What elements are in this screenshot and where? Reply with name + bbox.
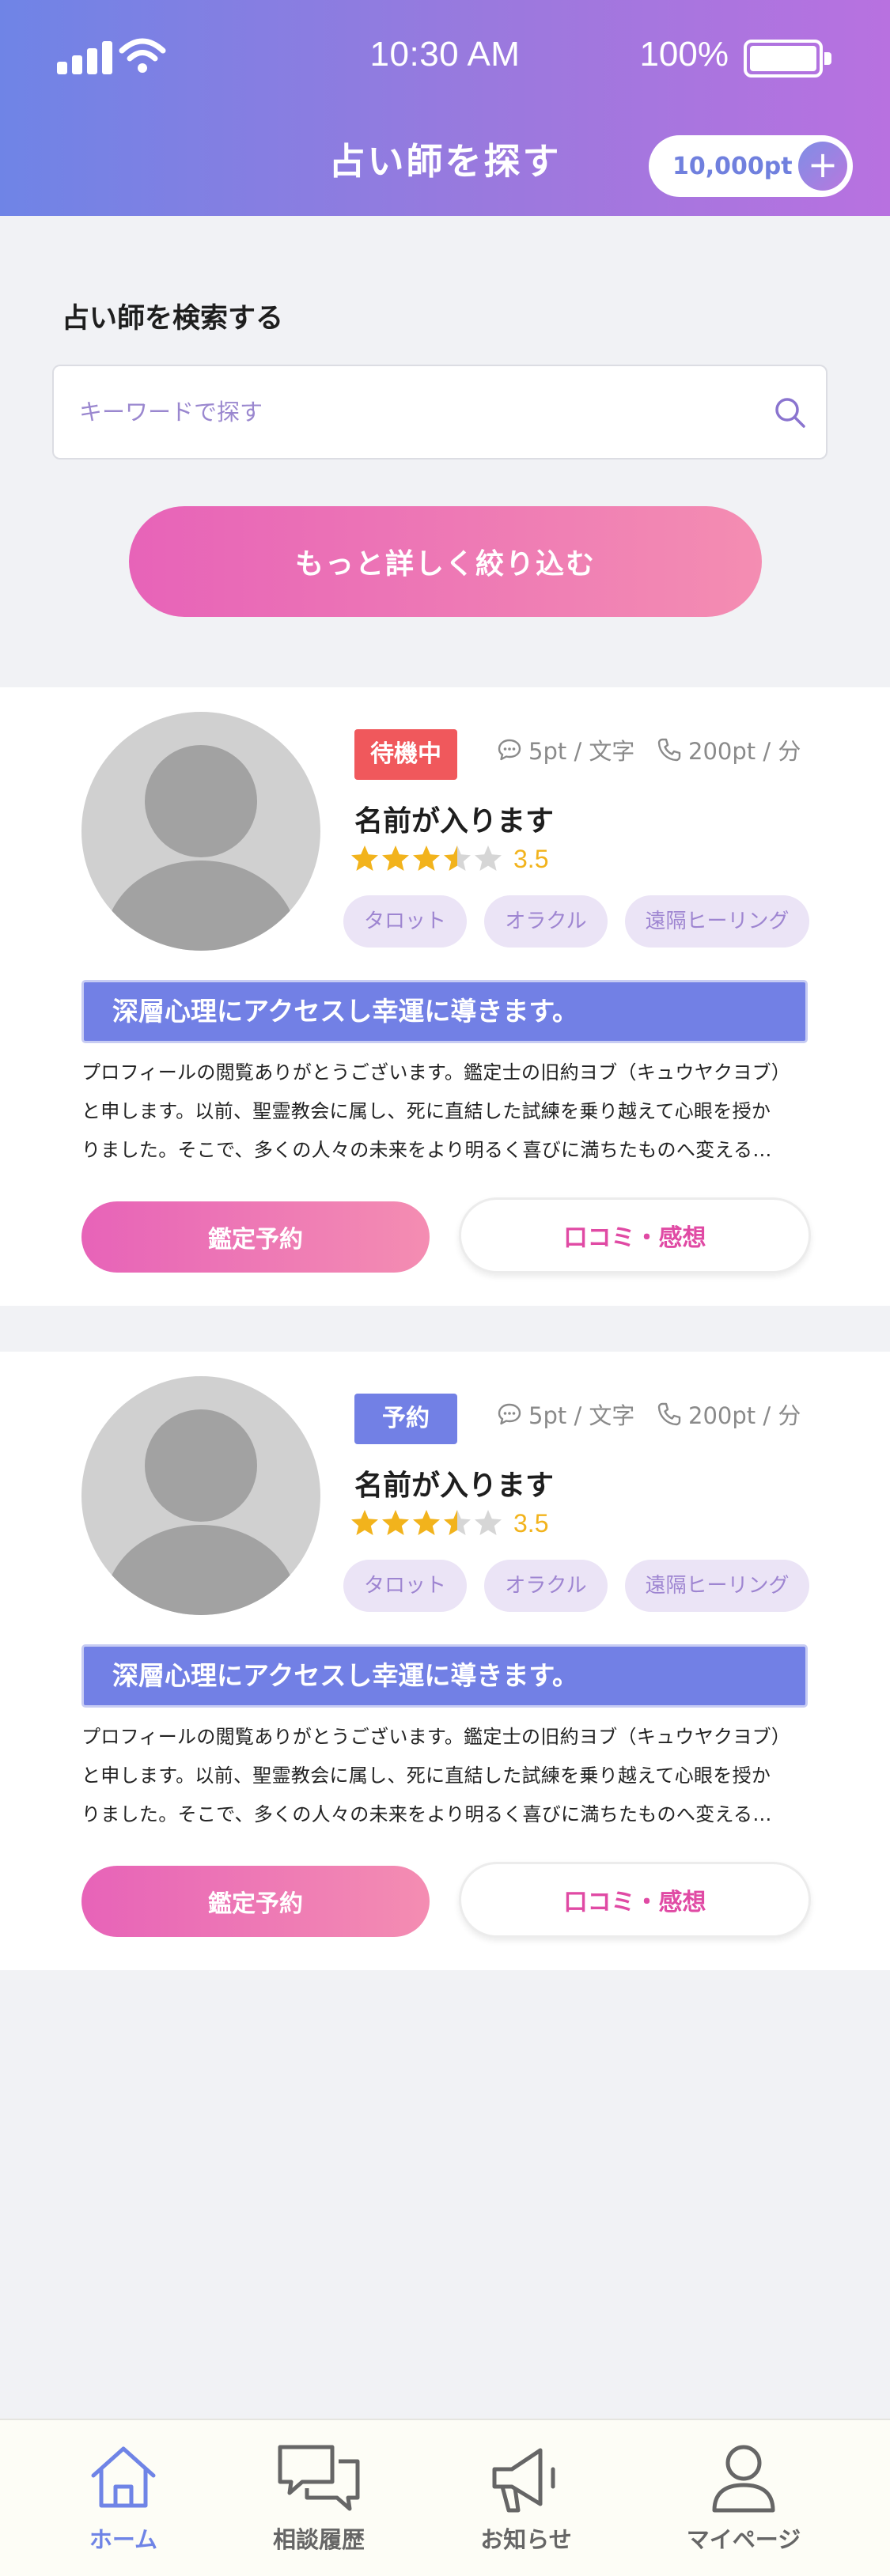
phone-icon — [657, 738, 681, 762]
tag-chip[interactable]: オラクル — [484, 1560, 608, 1612]
fortune-teller-name[interactable]: 名前が入ります — [354, 798, 554, 839]
reserve-button[interactable]: 鑑定予約 — [81, 1866, 430, 1937]
star-half-icon — [444, 845, 471, 871]
nav-mypage[interactable]: マイページ — [665, 2420, 823, 2576]
chat-rate-value: 5pt / 文字 — [528, 738, 635, 765]
reserve-button[interactable]: 鑑定予約 — [81, 1201, 430, 1273]
tag-chip[interactable]: タロット — [343, 895, 467, 948]
star-full-icon — [413, 1510, 440, 1535]
profile-description: プロフィールの閲覧ありがとうございます。鑑定士の旧約ヨブ（キュウヤクヨブ） と申… — [81, 1053, 813, 1170]
nav-label: ホーム — [89, 2526, 158, 2553]
profile-line: と申します。以前、聖霊教会に属し、死に直結した試練を乗り越えて心眼を授か — [81, 1765, 771, 1787]
home-icon — [91, 2446, 156, 2508]
rating-value: 3.5 — [513, 1508, 549, 1538]
points-balance[interactable]: 10,000pt + — [649, 135, 853, 197]
add-points-button[interactable]: + — [798, 142, 847, 191]
fortune-teller-name[interactable]: 名前が入ります — [354, 1462, 554, 1504]
tag-chip[interactable]: 遠隔ヒーリング — [625, 895, 809, 948]
search-heading: 占い師を検索する — [62, 303, 284, 335]
call-rate-value: 200pt / 分 — [688, 738, 801, 765]
chat-rate-value: 5pt / 文字 — [528, 1402, 635, 1429]
call-rate: 200pt / 分 — [657, 733, 801, 766]
nav-label: お知らせ — [480, 2526, 572, 2553]
status-badge: 待機中 — [354, 729, 457, 780]
nav-consultation-history[interactable]: 相談履歴 — [240, 2420, 398, 2576]
catchcopy-banner: 深層心理にアクセスし幸運に導きます。 — [81, 1644, 808, 1708]
chat-bubble-icon — [498, 739, 521, 761]
star-empty-icon — [475, 1510, 502, 1535]
star-full-icon — [351, 1510, 378, 1535]
profile-line: りました。そこで、多くの人々の未来をより明るく喜びに満ちたものへ変える… — [81, 1139, 772, 1161]
profile-line: プロフィールの閲覧ありがとうございます。鑑定士の旧約ヨブ（キュウヤクヨブ） — [81, 1061, 791, 1084]
app-header: 10:30 AM 100% 占い師を探す 10,000pt + — [0, 0, 890, 216]
person-icon — [712, 2445, 775, 2513]
nav-home[interactable]: ホーム — [44, 2420, 203, 2576]
catchcopy-banner: 深層心理にアクセスし幸運に導きます。 — [81, 980, 808, 1043]
star-full-icon — [413, 845, 440, 871]
call-rate-value: 200pt / 分 — [688, 1402, 801, 1429]
chat-rate: 5pt / 文字 — [497, 1398, 634, 1431]
star-empty-icon — [475, 845, 502, 871]
reviews-button[interactable]: 口コミ・感想 — [459, 1862, 811, 1938]
tag-chip[interactable]: 遠隔ヒーリング — [625, 1560, 809, 1612]
profile-description: プロフィールの閲覧ありがとうございます。鑑定士の旧約ヨブ（キュウヤクヨブ） と申… — [81, 1718, 813, 1834]
star-full-icon — [351, 845, 378, 871]
status-bar: 10:30 AM 100% — [0, 0, 890, 119]
battery-percentage: 100% — [639, 35, 729, 74]
fortune-teller-card: 予約 5pt / 文字 200pt / 分 名前が入ります 3.5 タロット オ… — [0, 1352, 890, 1970]
battery-icon — [744, 40, 832, 78]
tag-chip[interactable]: オラクル — [484, 895, 608, 948]
status-badge: 予約 — [354, 1394, 457, 1444]
call-rate: 200pt / 分 — [657, 1398, 801, 1431]
tag-chip[interactable]: タロット — [343, 1560, 467, 1612]
points-value: 10,000pt — [672, 152, 793, 180]
bottom-navigation: ホーム 相談履歴 お知らせ マイページ — [0, 2419, 890, 2576]
nav-notifications[interactable]: お知らせ — [447, 2420, 605, 2576]
chat-rate: 5pt / 文字 — [497, 733, 634, 766]
megaphone-icon — [492, 2448, 555, 2513]
chat-bubbles-icon — [278, 2445, 360, 2511]
profile-line: プロフィールの閲覧ありがとうございます。鑑定士の旧約ヨブ（キュウヤクヨブ） — [81, 1726, 791, 1748]
star-full-icon — [382, 845, 409, 871]
avatar[interactable] — [81, 712, 320, 951]
search-icon[interactable] — [772, 395, 809, 431]
search-input[interactable] — [79, 366, 759, 458]
star-full-icon — [382, 1510, 409, 1535]
reviews-button[interactable]: 口コミ・感想 — [459, 1197, 811, 1273]
nav-label: 相談履歴 — [272, 2526, 365, 2553]
chat-bubble-icon — [498, 1403, 521, 1425]
star-rating: 3.5 — [350, 1507, 548, 1540]
profile-line: と申します。以前、聖霊教会に属し、死に直結した試練を乗り越えて心眼を授か — [81, 1100, 771, 1122]
refine-search-button[interactable]: もっと詳しく絞り込む — [129, 506, 762, 617]
rating-value: 3.5 — [513, 844, 549, 873]
phone-icon — [657, 1402, 681, 1426]
search-box — [52, 365, 828, 460]
nav-label: マイページ — [686, 2526, 801, 2553]
avatar[interactable] — [81, 1376, 320, 1615]
fortune-teller-card: 待機中 5pt / 文字 200pt / 分 名前が入ります 3.5 タロット … — [0, 687, 890, 1306]
star-half-icon — [444, 1510, 471, 1535]
profile-line: りました。そこで、多くの人々の未来をより明るく喜びに満ちたものへ変える… — [81, 1803, 772, 1825]
star-rating: 3.5 — [350, 842, 548, 876]
